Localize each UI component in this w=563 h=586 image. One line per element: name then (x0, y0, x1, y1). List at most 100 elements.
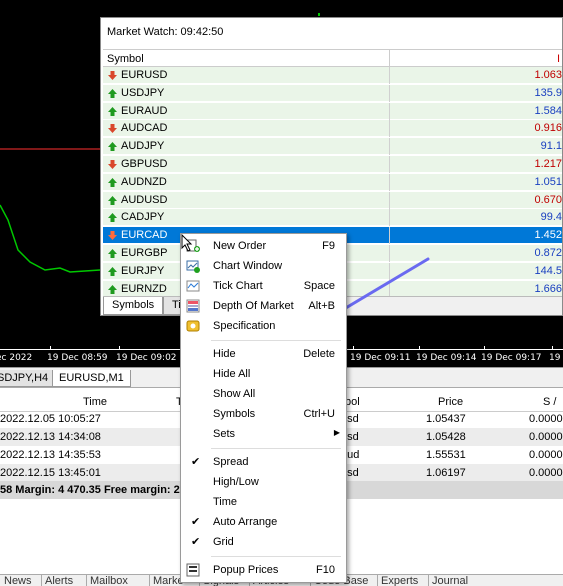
tab-symbols[interactable]: Symbols (103, 297, 164, 315)
chart-tab-usdjpy-h4[interactable]: SDJPY,H4 (0, 370, 56, 387)
tab-divider (149, 575, 150, 586)
column-divider (389, 120, 390, 138)
arrow-up-icon (108, 249, 117, 258)
menu-separator (211, 556, 341, 557)
bid-price: 1.063 (534, 69, 562, 81)
col-bid-header[interactable]: I (557, 53, 560, 65)
symbol-name: EURUSD (121, 69, 168, 81)
menu-item-new-order[interactable]: New Order F9 (181, 236, 346, 256)
time-tick-mark (119, 346, 120, 350)
context-menu: New Order F9 Chart Window Tick Chart Space De… (180, 233, 347, 583)
time-tick-label: 19 Dec 0 (549, 353, 563, 363)
menu-item-label: Popup Prices (213, 564, 279, 576)
terminal-tab-news[interactable]: News (4, 575, 32, 586)
col-price[interactable]: Price (438, 396, 463, 408)
menu-item-symbols[interactable]: Symbols Ctrl+U (181, 404, 346, 424)
menu-item-sets[interactable]: Sets ▶ (181, 424, 346, 444)
menu-item-label: Sets (213, 428, 236, 440)
arrow-up-icon (108, 266, 117, 276)
menu-item-hide-all[interactable]: Hide All (181, 364, 346, 384)
price-line (0, 204, 101, 273)
bid-price: 144.5 (534, 264, 562, 277)
symbol-name: EURAUD (121, 104, 168, 117)
market-watch-row[interactable]: EURAUD 1.584 (103, 102, 562, 120)
order-time: 2022.12.13 14:34:08 (0, 431, 101, 443)
specification-icon (186, 320, 200, 332)
column-divider[interactable] (389, 50, 390, 68)
menu-item-auto-arrange[interactable]: ✔ Auto Arrange (181, 512, 346, 532)
chart-window-icon (186, 260, 200, 273)
tab-divider (86, 575, 87, 586)
menu-item-chart-window[interactable]: Chart Window (181, 256, 346, 276)
terminal-tab-mailbox[interactable]: Mailbox (90, 575, 128, 586)
arrow-up-icon (108, 195, 117, 205)
menu-item-show-all[interactable]: Show All (181, 384, 346, 404)
market-watch-row[interactable]: USDJPY 135.9 (103, 84, 562, 102)
order-sl: 0.0000 (529, 413, 563, 425)
col-time[interactable]: Time (83, 396, 107, 408)
symbol-name: EURCAD (121, 229, 168, 242)
order-time: 2022.12.13 14:35:53 (0, 449, 101, 461)
market-watch-row[interactable]: AUDUSD 0.670 (103, 191, 562, 209)
menu-item-label: Hide All (213, 368, 251, 380)
symbol-name: GBPUSD (121, 158, 168, 170)
menu-item-depth-of-market[interactable]: Depth Of Market Alt+B (181, 296, 346, 316)
menu-item-tick-chart[interactable]: Tick Chart Space (181, 276, 346, 296)
symbol-name: EURJPY (121, 264, 165, 277)
arrow-up-icon (108, 213, 117, 223)
market-watch-row[interactable]: AUDJPY 91.1 (103, 138, 562, 156)
arrow-down-icon (108, 160, 117, 169)
menu-item-grid[interactable]: ✔ Grid (181, 532, 346, 552)
market-watch-row[interactable]: GBPUSD 1.217 (103, 156, 562, 173)
column-divider (389, 173, 390, 191)
checkmark-icon: ✔ (191, 516, 201, 528)
chart-tab-eurusd-m1[interactable]: EURUSD,M1 (52, 370, 131, 387)
order-time: 2022.12.15 13:45:01 (0, 467, 101, 479)
time-tick-mark (419, 346, 420, 350)
bid-price: 1.584 (534, 104, 562, 117)
menu-item-hide[interactable]: Hide Delete (181, 344, 346, 364)
col-symbol[interactable]: bol (345, 396, 360, 408)
menu-separator (211, 448, 341, 449)
menu-item-label: Chart Window (213, 260, 283, 272)
menu-item-time[interactable]: Time (181, 492, 346, 512)
menu-item-shortcut: F10 (316, 564, 335, 576)
tab-divider (377, 575, 378, 586)
terminal-tab-marke[interactable]: Marke (153, 575, 184, 586)
column-divider (389, 227, 390, 245)
market-watch-row[interactable]: AUDCAD 0.916 (103, 120, 562, 138)
arrow-down-icon (108, 71, 117, 80)
tab-divider (428, 575, 429, 586)
time-tick-label: 19 Dec 09:02 (116, 353, 177, 363)
column-divider (389, 84, 390, 102)
col-sl[interactable]: S / (543, 396, 556, 408)
market-watch-row[interactable]: EURUSD 1.063 (103, 67, 562, 84)
terminal-tab-experts[interactable]: Experts (381, 575, 418, 586)
market-watch-header: Symbol I (103, 49, 562, 68)
market-watch-row[interactable]: CADJPY 99.4 (103, 209, 562, 227)
col-symbol-header[interactable]: Symbol (107, 53, 144, 65)
menu-item-label: Hide (213, 348, 236, 360)
menu-item-specification[interactable]: Specification (181, 316, 346, 336)
tab-divider (41, 575, 42, 586)
menu-item-label: Tick Chart (213, 280, 263, 292)
market-watch-title: Market Watch: 09:42:50 (101, 18, 562, 48)
menu-item-spread[interactable]: ✔ Spread (181, 452, 346, 472)
menu-item-shortcut: Space (303, 280, 335, 292)
menu-item-popup-prices[interactable]: Popup Prices F10 (181, 560, 346, 580)
time-tick-label: 19 Dec 09:11 (350, 353, 411, 363)
menu-item-shortcut: Alt+B (308, 300, 335, 312)
menu-separator (211, 340, 341, 341)
menu-item-label: Auto Arrange (213, 516, 278, 528)
price-tick (318, 13, 320, 16)
menu-item-high-low[interactable]: High/Low (181, 472, 346, 492)
menu-item-label: High/Low (213, 476, 259, 488)
order-sl: 0.0000 (529, 431, 563, 443)
time-tick-label: 19 Dec 09:14 (416, 353, 477, 363)
menu-item-label: Time (213, 496, 238, 508)
time-tick-mark (50, 346, 51, 350)
terminal-tab-journal[interactable]: Journal (432, 575, 468, 586)
market-watch-row[interactable]: AUDNZD 1.051 (103, 173, 562, 191)
terminal-tab-alerts[interactable]: Alerts (45, 575, 73, 586)
menu-item-label: Depth Of Market (213, 300, 294, 312)
